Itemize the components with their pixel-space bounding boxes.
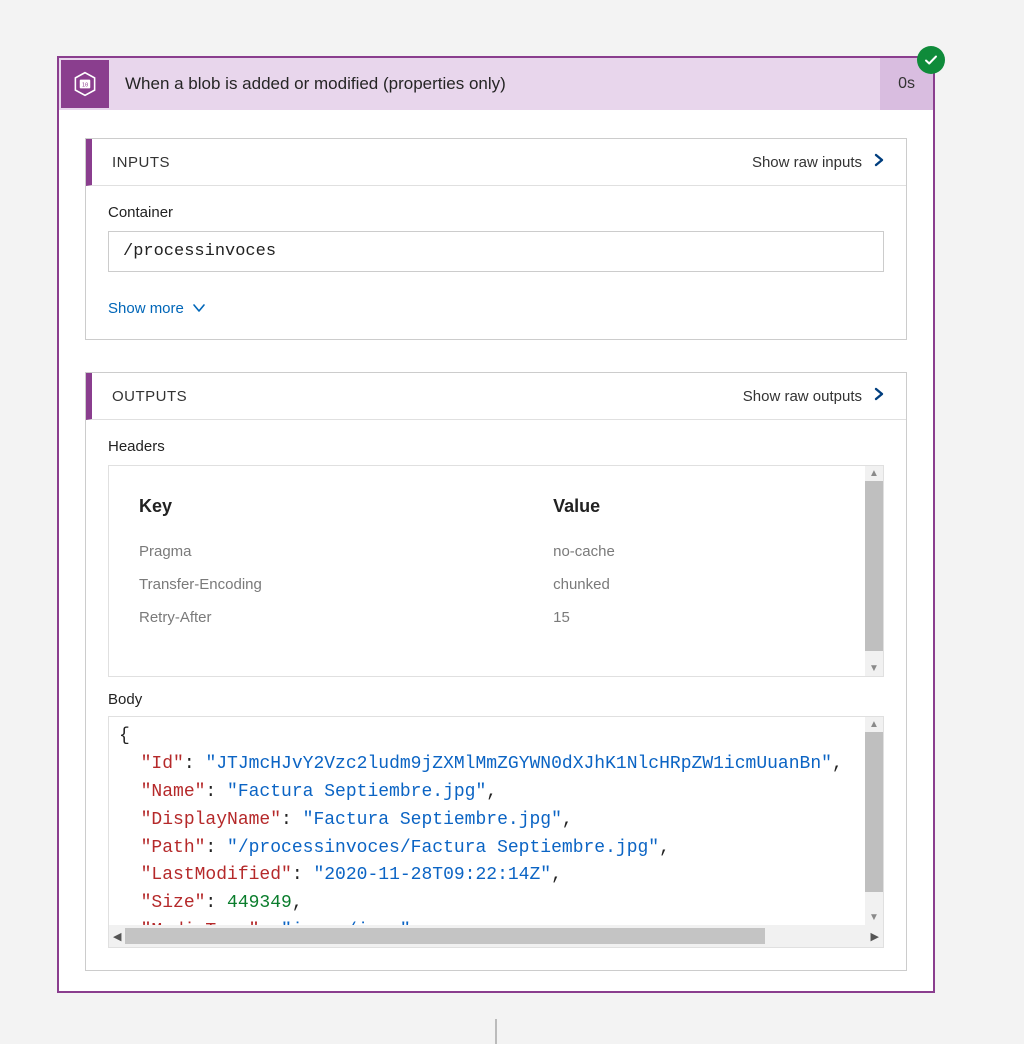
card-header[interactable]: 10 When a blob is added or modified (pro… <box>59 58 933 110</box>
table-row: Retry-After 15 <box>139 601 853 634</box>
container-label: Container <box>108 204 884 221</box>
chevron-right-icon <box>872 153 886 171</box>
body-vscrollbar[interactable]: ▲ ▼ <box>865 717 883 925</box>
outputs-title: OUTPUTS <box>112 388 187 405</box>
outputs-content: Headers Key Value Pragma no-cache Transf… <box>86 420 906 970</box>
table-cell: Pragma <box>139 543 553 560</box>
headers-scrollbar[interactable]: ▲ ▼ <box>865 466 883 676</box>
table-cell: Retry-After <box>139 609 553 626</box>
scroll-thumb[interactable] <box>865 481 883 651</box>
table-cell: Transfer-Encoding <box>139 576 553 593</box>
outputs-panel-header: OUTPUTS Show raw outputs <box>86 373 906 420</box>
headers-label: Headers <box>108 438 884 455</box>
scroll-down-icon[interactable]: ▼ <box>867 910 881 925</box>
table-header-row: Key Value <box>139 488 853 525</box>
inputs-panel-header: INPUTS Show raw inputs <box>86 139 906 186</box>
scroll-up-icon[interactable]: ▲ <box>867 717 881 732</box>
body-json-box: { "Id": "JTJmcHJvY2Vzc2ludm9jZXMlMmZGYWN… <box>108 716 884 948</box>
scroll-up-icon[interactable]: ▲ <box>867 466 881 481</box>
chevron-down-icon <box>192 300 206 317</box>
table-row: Transfer-Encoding chunked <box>139 568 853 601</box>
headers-table-box: Key Value Pragma no-cache Transfer-Encod… <box>108 465 884 677</box>
header-key-column: Key <box>139 496 553 517</box>
scroll-down-icon[interactable]: ▼ <box>867 661 881 676</box>
connector-icon: 10 <box>61 60 109 108</box>
table-cell: 15 <box>553 609 853 626</box>
outputs-panel: OUTPUTS Show raw outputs Headers Key Val… <box>85 372 907 971</box>
show-more-button[interactable]: Show more <box>108 300 206 317</box>
table-cell: chunked <box>553 576 853 593</box>
flow-step-card: 10 When a blob is added or modified (pro… <box>57 56 935 993</box>
show-raw-inputs-button[interactable]: Show raw inputs <box>752 153 886 171</box>
scroll-thumb[interactable] <box>125 928 765 944</box>
inputs-content: Container /processinvoces Show more <box>86 186 906 339</box>
card-title: When a blob is added or modified (proper… <box>111 74 880 94</box>
status-success-badge <box>917 46 945 74</box>
chevron-right-icon <box>872 387 886 405</box>
card-body: INPUTS Show raw inputs Container /proces… <box>59 110 933 991</box>
scroll-thumb[interactable] <box>865 732 883 892</box>
inputs-title: INPUTS <box>112 154 170 171</box>
svg-text:10: 10 <box>82 83 88 89</box>
scroll-right-icon[interactable]: ▶ <box>867 930 883 943</box>
checkmark-icon <box>923 52 939 68</box>
container-value: /processinvoces <box>108 231 884 272</box>
flow-connector-line <box>495 1019 497 1044</box>
header-value-column: Value <box>553 496 853 517</box>
headers-table: Key Value Pragma no-cache Transfer-Encod… <box>109 466 883 676</box>
show-more-label: Show more <box>108 300 184 317</box>
table-cell: no-cache <box>553 543 853 560</box>
body-hscrollbar[interactable]: ◀ ▶ <box>109 925 883 947</box>
inputs-panel: INPUTS Show raw inputs Container /proces… <box>85 138 907 340</box>
table-row: Pragma no-cache <box>139 535 853 568</box>
body-json-content[interactable]: { "Id": "JTJmcHJvY2Vzc2ludm9jZXMlMmZGYWN… <box>109 717 883 947</box>
show-raw-inputs-label: Show raw inputs <box>752 154 862 171</box>
show-raw-outputs-button[interactable]: Show raw outputs <box>743 387 886 405</box>
body-label: Body <box>108 691 884 708</box>
scroll-left-icon[interactable]: ◀ <box>109 930 125 943</box>
show-raw-outputs-label: Show raw outputs <box>743 388 862 405</box>
